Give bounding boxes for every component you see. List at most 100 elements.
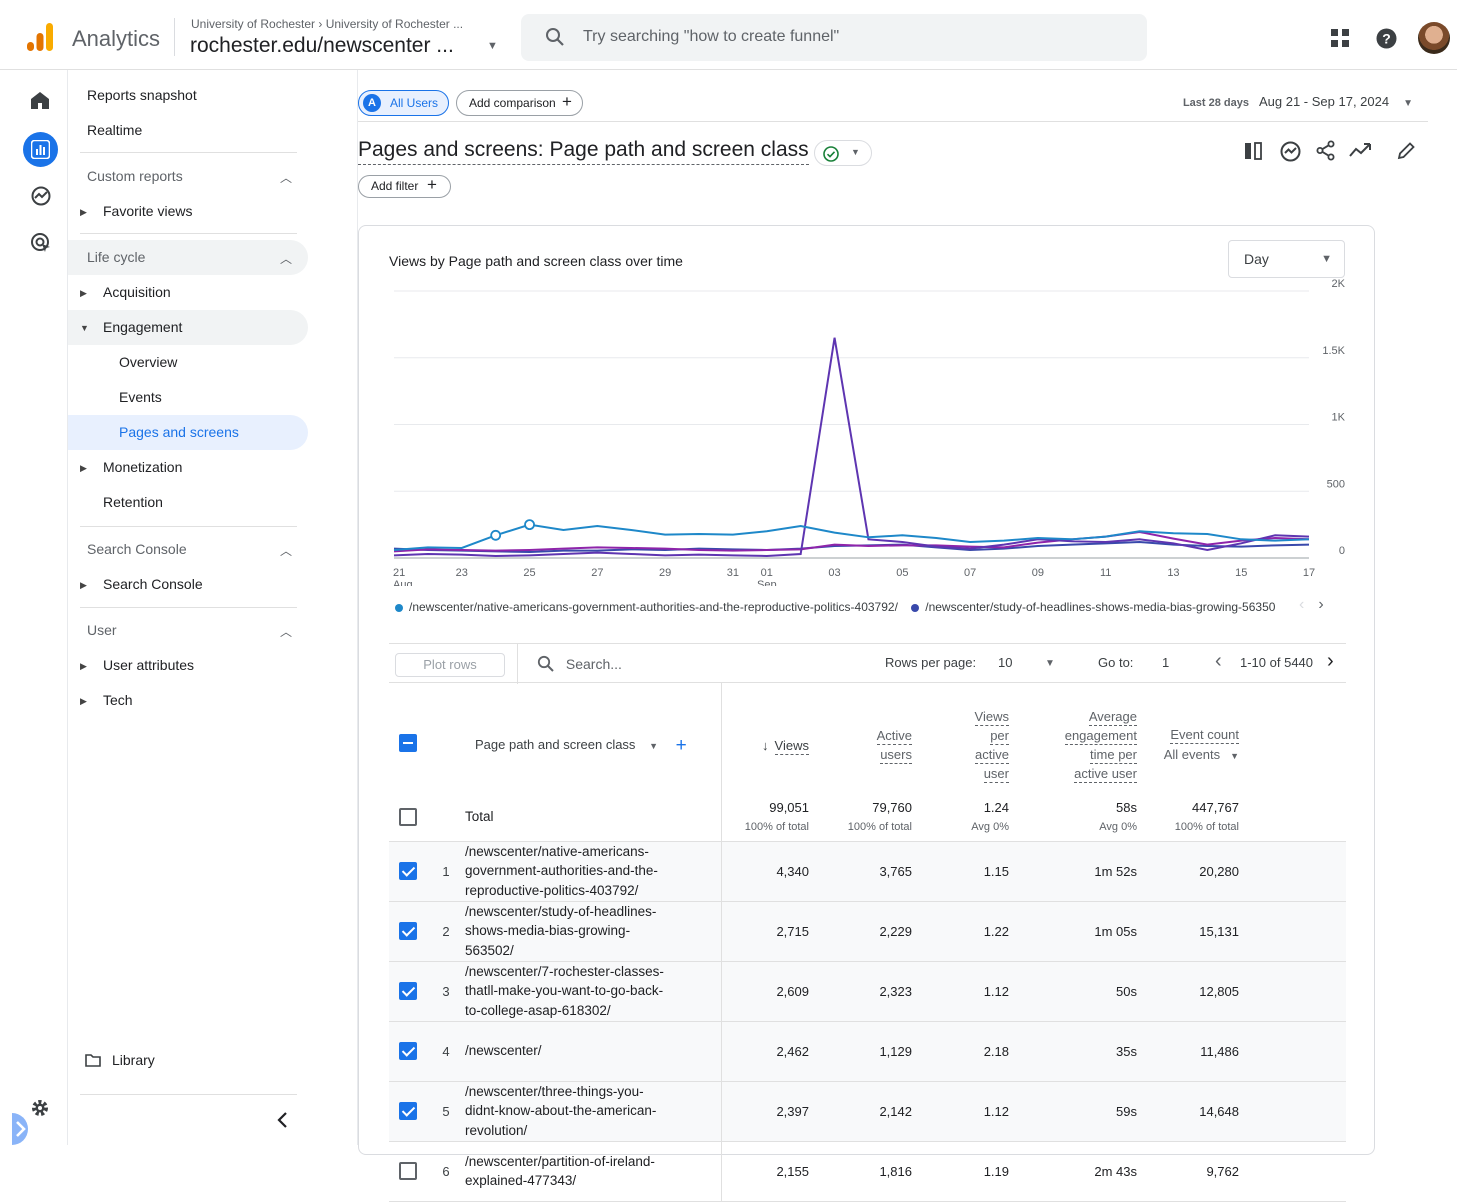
search-input[interactable]	[583, 26, 1123, 48]
nav-retention[interactable]: Retention	[103, 485, 163, 520]
nav-tech[interactable]: Tech	[103, 683, 133, 718]
row-checkbox[interactable]	[399, 1162, 417, 1180]
col-header-avg-engagement-time[interactable]: Average engagement time per active user	[1064, 709, 1137, 783]
property-name[interactable]: rochester.edu/newscenter ...	[190, 34, 454, 58]
nav-monetization[interactable]: Monetization	[103, 450, 182, 485]
help-icon[interactable]: ?	[1376, 28, 1397, 49]
table-row[interactable]: 4/newscenter/2,462 1,129 2.18 35s 11,486	[389, 1021, 1346, 1082]
nav-section-user[interactable]: User	[87, 613, 117, 648]
add-filter-button[interactable]: Add filter +	[358, 175, 451, 198]
expand-arrow-icon[interactable]: ▶	[80, 580, 87, 591]
nav-events[interactable]: Events	[119, 380, 162, 415]
page-title[interactable]: Pages and screens: Page path and screen …	[358, 138, 809, 165]
table-search[interactable]	[537, 655, 716, 672]
nav-acquisition[interactable]: Acquisition	[103, 275, 171, 310]
insights-icon[interactable]	[1280, 141, 1301, 162]
chevron-up-icon[interactable]: ︿	[280, 623, 292, 640]
table-row[interactable]: 6/newscenter/partition-of-ireland-explai…	[389, 1141, 1346, 1202]
go-to-input[interactable]: 1	[1162, 655, 1169, 670]
table-row[interactable]: 5/newscenter/three-things-you-didnt-know…	[389, 1081, 1346, 1142]
dimension-header[interactable]: Page path and screen class	[475, 737, 635, 752]
home-icon[interactable]	[31, 92, 49, 109]
table-row[interactable]: 1/newscenter/native-americans-government…	[389, 841, 1346, 902]
reports-icon[interactable]	[31, 140, 50, 159]
plot-rows-button[interactable]: Plot rows	[395, 653, 505, 677]
add-comparison-button[interactable]: Add comparison +	[456, 90, 583, 116]
chevron-up-icon[interactable]: ︿	[280, 169, 292, 186]
chevron-right-icon[interactable]: ›	[1318, 596, 1323, 613]
collapse-nav-icon[interactable]	[276, 1112, 288, 1128]
table-row[interactable]: 2/newscenter/study-of-headlines-shows-me…	[389, 901, 1346, 962]
col-header-active-users[interactable]: Active users	[876, 728, 912, 764]
col-header-views-per-user[interactable]: Views per active user	[974, 709, 1009, 783]
nav-engagement[interactable]: Engagement	[103, 310, 182, 345]
chevron-left-icon[interactable]: ‹	[1215, 650, 1222, 673]
legend-item-2[interactable]: /newscenter/study-of-headlines-shows-med…	[925, 600, 1275, 614]
collapse-arrow-icon[interactable]: ▼	[80, 323, 89, 333]
nav-search-console[interactable]: Search Console	[103, 567, 203, 602]
analytics-logo-icon[interactable]	[26, 22, 54, 52]
row-checkbox[interactable]	[399, 1102, 417, 1120]
col-header-event-count[interactable]: Event count	[1170, 726, 1239, 744]
nav-realtime[interactable]: Realtime	[87, 113, 142, 148]
nav-library[interactable]: Library	[112, 1043, 155, 1078]
chevron-up-icon[interactable]: ︿	[280, 250, 292, 267]
event-filter-select[interactable]: All events ▼	[1164, 747, 1239, 762]
account-breadcrumb[interactable]: University of Rochester › University of …	[191, 17, 463, 31]
select-all-checkbox[interactable]	[399, 734, 417, 752]
divider	[80, 233, 297, 234]
edit-pencil-icon[interactable]	[1396, 141, 1416, 161]
add-dimension-plus-icon[interactable]: +	[676, 735, 687, 756]
row-checkbox[interactable]	[399, 1042, 417, 1060]
all-users-chip[interactable]: A All Users	[358, 90, 449, 116]
legend-item-1[interactable]: /newscenter/native-americans-government-…	[409, 600, 898, 614]
expand-arrow-icon[interactable]: ▶	[80, 661, 87, 672]
chevron-left-icon[interactable]: ‹	[1299, 596, 1304, 613]
sort-desc-arrow-icon[interactable]: ↓	[762, 738, 769, 753]
row-checkbox[interactable]	[399, 922, 417, 940]
advertising-icon[interactable]	[30, 232, 52, 254]
granularity-select[interactable]: Day ▼	[1228, 240, 1345, 278]
explore-icon[interactable]	[31, 186, 51, 206]
chevron-right-icon[interactable]: ›	[1327, 650, 1334, 673]
nav-user-attributes[interactable]: User attributes	[103, 648, 194, 683]
search-box[interactable]	[521, 14, 1147, 61]
expand-arrow-icon[interactable]: ▶	[80, 207, 87, 218]
customize-report-icon[interactable]	[1244, 142, 1264, 160]
total-checkbox[interactable]	[399, 807, 417, 826]
page-path-cell[interactable]: /newscenter/partition-of-ireland-explain…	[465, 1141, 722, 1202]
page-path-cell[interactable]: /newscenter/7-rochester-classes-thatll-m…	[465, 961, 722, 1022]
compare-trend-icon[interactable]	[1349, 141, 1372, 160]
page-path-cell[interactable]: /newscenter/three-things-you-didnt-know-…	[465, 1081, 722, 1142]
page-path-cell[interactable]: /newscenter/study-of-headlines-shows-med…	[465, 901, 722, 962]
chevron-up-icon[interactable]: ︿	[280, 542, 292, 559]
avatar[interactable]	[1418, 22, 1450, 54]
nav-pages-and-screens[interactable]: Pages and screens	[119, 415, 239, 450]
col-header-views[interactable]: Views	[774, 737, 809, 755]
page-path-cell[interactable]: /newscenter/	[465, 1021, 722, 1082]
share-icon[interactable]	[1316, 140, 1335, 161]
title-status-dropdown[interactable]: ▼	[814, 140, 872, 166]
table-row[interactable]: 3/newscenter/7-rochester-classes-thatll-…	[389, 961, 1346, 1022]
nav-section-life-cycle[interactable]: Life cycle	[87, 240, 145, 275]
line-chart[interactable]: 0 500 1K 1.5K 2K 21Aug 23 25 27 29 31 01Sep 03 05 07 09…	[359, 276, 1359, 586]
nav-section-custom-reports[interactable]: Custom reports	[87, 159, 183, 194]
expand-arrow-icon[interactable]: ▶	[80, 288, 87, 299]
rows-per-page-value[interactable]: 10	[998, 655, 1012, 670]
row-checkbox[interactable]	[399, 862, 417, 880]
row-checkbox[interactable]	[399, 982, 417, 1000]
property-dropdown-icon[interactable]: ▼	[487, 40, 498, 52]
expand-panel-icon[interactable]	[12, 1113, 38, 1145]
apps-grid-icon[interactable]	[1331, 29, 1349, 47]
nav-favorite-views[interactable]: Favorite views	[103, 194, 192, 229]
dimension-dropdown-icon[interactable]: ▼	[649, 741, 658, 751]
nav-reports-snapshot[interactable]: Reports snapshot	[87, 78, 197, 113]
expand-arrow-icon[interactable]: ▶	[80, 463, 87, 474]
nav-section-search-console[interactable]: Search Console	[87, 532, 187, 567]
page-path-cell[interactable]: /newscenter/native-americans-government-…	[465, 841, 722, 902]
expand-arrow-icon[interactable]: ▶	[80, 696, 87, 707]
nav-overview[interactable]: Overview	[119, 345, 177, 380]
date-range-picker[interactable]: Last 28 days Aug 21 - Sep 17, 2024 ▼	[1183, 94, 1413, 109]
table-search-input[interactable]	[565, 656, 716, 672]
rows-per-page-dropdown-icon[interactable]: ▼	[1045, 658, 1055, 669]
